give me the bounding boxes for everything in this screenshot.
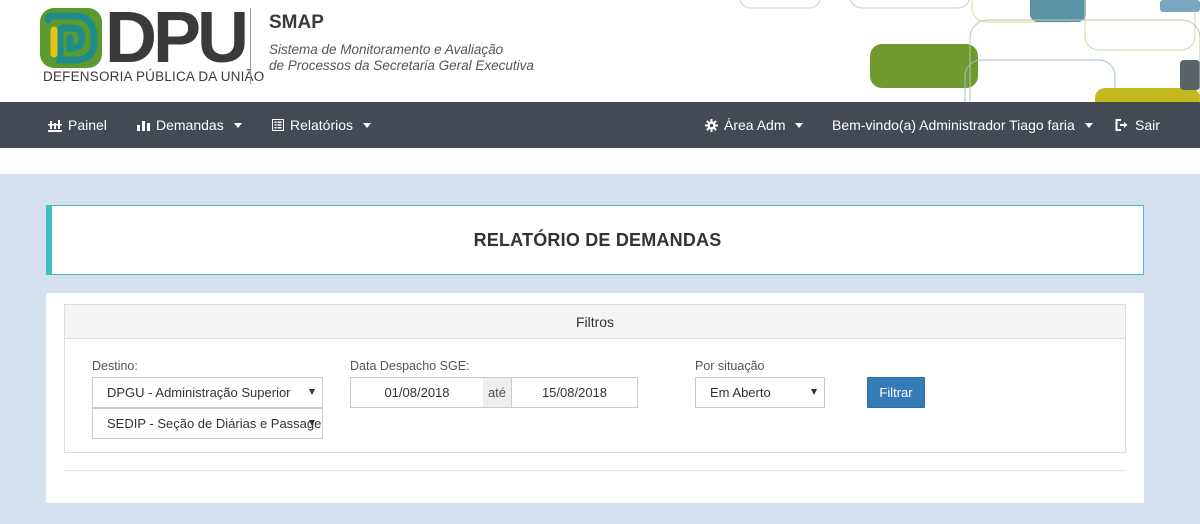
app-description-line2: de Processos da Secretaria Geral Executi…	[269, 58, 534, 73]
nav-relatorios-label: Relatórios	[290, 117, 354, 133]
nav-user-menu[interactable]: Bem-vindo(a) Administrador Tiago faria	[832, 102, 1093, 148]
subdestino-select[interactable]: SEDIP - Seção de Diárias e Passagens	[92, 408, 323, 439]
chevron-down-icon	[233, 122, 242, 128]
report-list-icon	[272, 119, 284, 131]
chevron-down-icon	[309, 389, 315, 395]
chevron-down-icon	[363, 122, 372, 128]
dpu-logo-icon	[40, 8, 102, 68]
filters-heading: Filtros	[65, 305, 1125, 339]
sign-out-icon	[1115, 119, 1128, 131]
page-title: RELATÓRIO DE DEMANDAS	[473, 229, 722, 250]
nav-painel[interactable]: Painel	[48, 102, 107, 148]
nav-area-adm[interactable]: Área Adm	[705, 102, 804, 148]
logo-text: DPU	[105, 0, 249, 78]
date-from-input[interactable]: 01/08/2018	[350, 377, 484, 408]
date-range-separator: até	[483, 377, 511, 408]
destino-select[interactable]: DPGU - Administração Superior	[92, 377, 323, 408]
chevron-down-icon	[1084, 122, 1093, 128]
data-despacho-label: Data Despacho SGE:	[350, 359, 470, 373]
gear-icon	[705, 118, 718, 132]
nav-area-adm-label: Área Adm	[724, 117, 786, 133]
nav-demandas[interactable]: Demandas	[137, 102, 242, 148]
nav-demandas-label: Demandas	[156, 117, 224, 133]
dashboard-icon	[48, 119, 62, 132]
nav-painel-label: Painel	[68, 117, 107, 133]
situacao-select[interactable]: Em Aberto	[695, 377, 825, 408]
destino-label: Destino:	[92, 359, 138, 373]
chevron-down-icon	[309, 420, 315, 426]
chevron-down-icon	[811, 389, 817, 395]
main-navbar: Painel Demandas Relatórios Área Adm Bem-…	[0, 102, 1200, 148]
chevron-down-icon	[795, 122, 804, 128]
header: DPU DEFENSORIA PÚBLICA DA UNIÃO SMAP Sis…	[0, 0, 1200, 102]
header-decoration	[740, 0, 1200, 102]
app-description-line1: Sistema de Monitoramento e Avaliação	[269, 42, 504, 57]
header-divider	[250, 8, 251, 84]
navbar-spacer	[0, 148, 1200, 174]
divider	[64, 470, 1126, 471]
welcome-text: Bem-vindo(a) Administrador Tiago faria	[832, 117, 1075, 133]
situacao-select-value: Em Aberto	[710, 385, 771, 400]
date-to-input[interactable]: 15/08/2018	[511, 377, 638, 408]
app-name: SMAP	[269, 12, 324, 33]
nav-relatorios[interactable]: Relatórios	[272, 102, 372, 148]
nav-sair[interactable]: Sair	[1115, 102, 1160, 148]
bar-chart-icon	[137, 121, 150, 131]
nav-sair-label: Sair	[1135, 117, 1160, 133]
app-description: Sistema de Monitoramento e Avaliação de …	[269, 42, 549, 74]
situacao-label: Por situação	[695, 359, 765, 373]
filter-container: Filtros Destino: DPGU - Administração Su…	[46, 293, 1144, 503]
destino-select-value: DPGU - Administração Superior	[107, 385, 291, 400]
subdestino-select-value: SEDIP - Seção de Diárias e Passagens	[107, 416, 323, 431]
page-title-card: RELATÓRIO DE DEMANDAS	[46, 205, 1144, 275]
filter-button[interactable]: Filtrar	[867, 377, 925, 408]
logo-subtitle: DEFENSORIA PÚBLICA DA UNIÃO	[43, 69, 265, 84]
filters-panel: Filtros Destino: DPGU - Administração Su…	[64, 304, 1126, 453]
